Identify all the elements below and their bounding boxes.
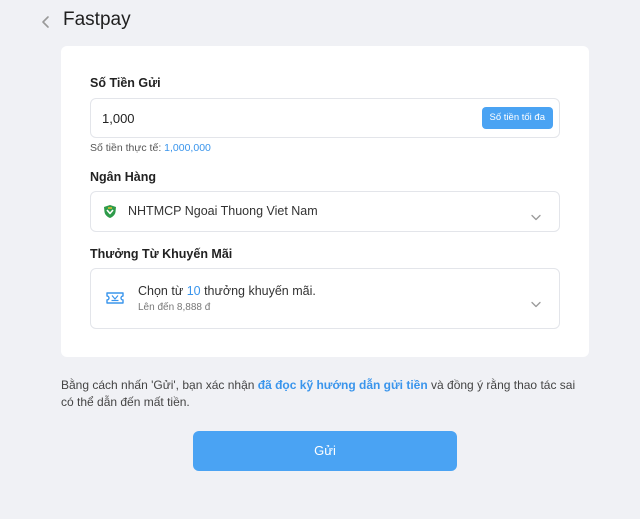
notice-prefix: Bằng cách nhấn 'Gửi', bạn xác nhận: [61, 378, 255, 392]
actual-amount-label: Số tiền thực tế:: [90, 142, 162, 154]
amount-value[interactable]: 1,000: [102, 111, 135, 126]
confirmation-notice: Bằng cách nhấn 'Gửi', bạn xác nhận đã đọ…: [61, 377, 591, 411]
chevron-down-icon[interactable]: [531, 295, 541, 308]
promo-summary: Chọn từ 10 thưởng khuyến mãi.: [138, 284, 316, 298]
header: Fastpay: [0, 0, 640, 44]
actual-amount-value: 1,000,000: [164, 142, 211, 154]
promo-label: Thưởng Từ Khuyến Mãi: [90, 247, 233, 261]
amount-input[interactable]: 1,000 Số tiền tối đa: [90, 98, 560, 138]
submit-button[interactable]: Gửi: [193, 431, 457, 471]
deposit-guide-link[interactable]: đã đọc kỹ hướng dẫn gửi tiền: [258, 378, 428, 392]
chevron-down-icon[interactable]: [531, 208, 541, 221]
ticket-icon: [106, 291, 124, 305]
actual-amount: Số tiền thực tế: 1,000,000: [90, 142, 211, 154]
max-amount-button[interactable]: Số tiền tối đa: [481, 107, 553, 129]
promo-text-suffix: thưởng khuyến mãi.: [204, 284, 316, 298]
page-title: Fastpay: [63, 9, 131, 30]
promo-select[interactable]: Chọn từ 10 thưởng khuyến mãi. Lên đến 8,…: [90, 268, 560, 329]
bank-select[interactable]: NHTMCP Ngoai Thuong Viet Nam: [90, 191, 560, 232]
back-chevron-icon[interactable]: [38, 12, 54, 32]
bank-label: Ngân Hàng: [90, 170, 156, 184]
deposit-form-card: Số Tiền Gửi 1,000 Số tiền tối đa Số tiền…: [61, 46, 589, 357]
bank-selected-name: NHTMCP Ngoai Thuong Viet Nam: [128, 204, 318, 218]
promo-count: 10: [186, 284, 201, 298]
amount-label: Số Tiền Gửi: [90, 76, 161, 90]
bank-shield-icon: [103, 204, 117, 219]
promo-subtext: Lên đến 8,888 đ: [138, 302, 211, 313]
promo-text-prefix: Chọn từ: [138, 284, 184, 298]
